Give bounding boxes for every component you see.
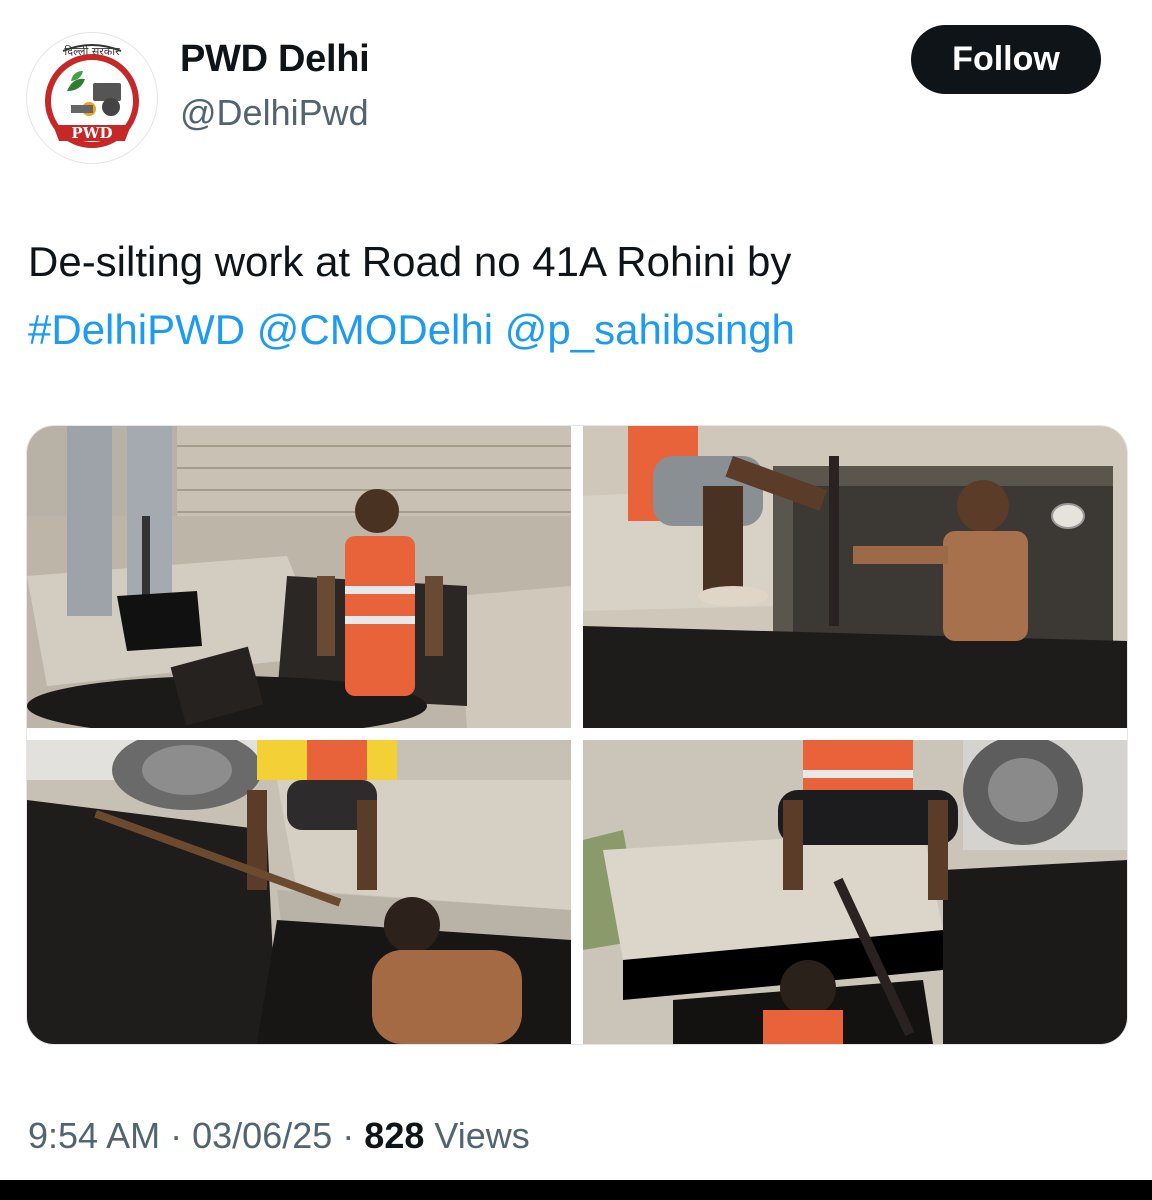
drain-desilting-photo-icon: [583, 740, 1127, 1044]
tweet-time[interactable]: 9:54 AM: [28, 1115, 160, 1156]
avatar[interactable]: दिल्ली सरकार PWD: [26, 32, 158, 164]
meta-separator: ·: [342, 1115, 355, 1156]
photo-4[interactable]: [583, 740, 1127, 1044]
drain-desilting-photo-icon: [583, 426, 1127, 728]
pwd-logo-icon: दिल्ली सरकार PWD: [30, 36, 154, 160]
tweet-meta: 9:54 AM · 03/06/25 · 828 Views: [28, 1115, 530, 1157]
follow-button[interactable]: Follow: [911, 25, 1101, 94]
account-handle[interactable]: @DelhiPwd: [180, 92, 369, 134]
hashtag-link[interactable]: #DelhiPWD: [28, 306, 245, 353]
media-grid: [26, 425, 1128, 1045]
drain-desilting-photo-icon: [27, 426, 571, 728]
photo-3[interactable]: [27, 740, 571, 1044]
photo-1[interactable]: [27, 426, 571, 728]
svg-text:PWD: PWD: [71, 124, 112, 142]
svg-text:दिल्ली सरकार: दिल्ली सरकार: [64, 45, 120, 58]
tweet-text-plain: De-silting work at Road no 41A Rohini by: [28, 238, 792, 285]
mention-link-cmodelhi[interactable]: @CMODelhi: [257, 306, 493, 353]
drain-desilting-photo-icon: [27, 740, 571, 1044]
display-name[interactable]: PWD Delhi: [180, 38, 370, 81]
tweet-text: De-silting work at Road no 41A Rohini by…: [28, 228, 1128, 364]
meta-separator: ·: [170, 1115, 183, 1156]
mention-link-sahibsingh[interactable]: @p_sahibsingh: [505, 306, 795, 353]
photo-2[interactable]: [583, 426, 1127, 728]
views-label: Views: [434, 1115, 530, 1156]
tweet-date[interactable]: 03/06/25: [192, 1115, 332, 1156]
views-count: 828: [364, 1115, 425, 1156]
bottom-bar: [0, 1180, 1152, 1200]
